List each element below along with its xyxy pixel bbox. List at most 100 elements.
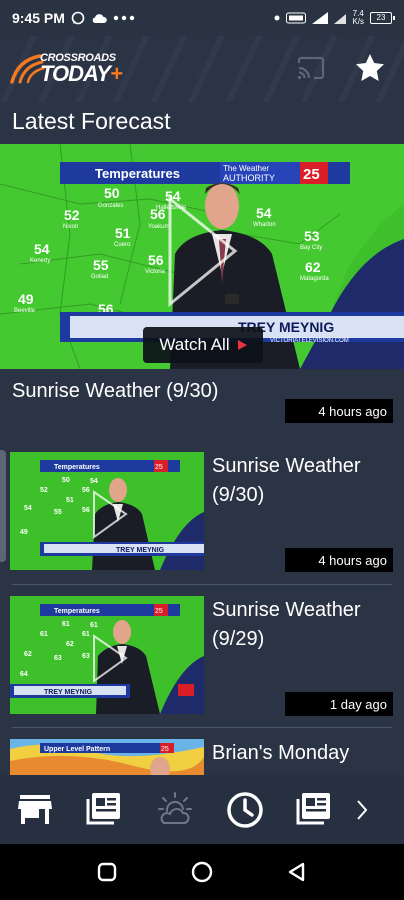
net-speed: 7.4 K/s	[352, 10, 364, 26]
list-item-title: Sunrise Weather (9/30)	[212, 455, 361, 506]
map-value: 54	[256, 205, 272, 221]
map-place: Nixon	[63, 224, 78, 230]
list-item-time: 1 day ago	[285, 692, 393, 716]
svg-text:54: 54	[90, 478, 98, 485]
app-header: CROSSROADS TODAY+	[0, 36, 404, 102]
svg-text:63: 63	[82, 653, 90, 660]
svg-text:62: 62	[24, 651, 32, 658]
play-arrow-icon	[237, 340, 247, 350]
station-website: VICTORIATELEVISION.COM	[270, 338, 349, 344]
whatsapp-icon	[71, 11, 85, 25]
thumb-banner: Temperatures	[54, 464, 100, 471]
map-value: 49	[18, 291, 34, 307]
thumb-channel: 25	[161, 746, 169, 753]
android-nav-bar	[0, 844, 404, 900]
map-place: Beeville	[14, 308, 36, 314]
app-screen: CROSSROADS TODAY+ Latest Forecast Temper…	[0, 36, 404, 844]
logo-word: TODAY	[40, 61, 111, 86]
nav-item-weather[interactable]	[140, 775, 210, 844]
video-banner-text: Temperatures	[95, 166, 180, 181]
map-place: Cuero	[114, 242, 131, 248]
app-logo[interactable]: CROSSROADS TODAY+	[10, 50, 150, 87]
map-value: 55	[93, 257, 109, 273]
map-place: Bay City	[300, 245, 322, 251]
logo-plus: +	[109, 61, 123, 86]
svg-text:61: 61	[82, 631, 90, 638]
divider	[12, 584, 392, 585]
thumb-presenter: TREY MEYNIG	[116, 547, 165, 554]
battery-icon: 23	[370, 12, 395, 24]
logo-bottom-text: TODAY+	[40, 61, 123, 87]
svg-text:56: 56	[82, 487, 90, 494]
recents-icon[interactable]	[96, 861, 118, 883]
net-speed-unit: K/s	[352, 17, 364, 26]
nav-item-store[interactable]	[0, 775, 70, 844]
weather-icon	[158, 791, 192, 824]
video-thumbnail: Temperatures 25 61 61 61 61 62 62 63 63 64 TREY…	[10, 596, 204, 714]
store-icon	[18, 794, 52, 824]
map-value: 56	[148, 252, 164, 268]
hero-title[interactable]: Sunrise Weather (9/30)	[12, 380, 218, 403]
map-place: Kenedy	[30, 258, 50, 264]
volte-icon	[286, 12, 307, 24]
map-place: Goliad	[91, 274, 108, 280]
status-bar: 9:45 PM 7.4 K/s 23	[0, 0, 404, 36]
svg-text:50: 50	[62, 477, 70, 484]
hero-video[interactable]: Temperatures The Weather AUTHORITY 25 50…	[0, 144, 404, 369]
svg-text:64: 64	[20, 671, 28, 678]
news-icon	[296, 792, 330, 824]
svg-text:61: 61	[62, 621, 70, 628]
map-value: 52	[64, 207, 80, 223]
watch-all-button[interactable]: Watch All	[143, 327, 263, 363]
list-item[interactable]: Temperatures 25 61 61 61 61 62 62 63 63 64 TREY…	[0, 596, 404, 726]
map-value: 53	[304, 228, 320, 244]
svg-text:51: 51	[66, 497, 74, 504]
back-icon[interactable]	[286, 861, 308, 883]
nav-more-button[interactable]	[350, 775, 374, 844]
hero-time-badge: 4 hours ago	[285, 399, 393, 423]
svg-text:61: 61	[90, 622, 98, 629]
map-place: Wharton	[253, 222, 276, 228]
more-dots-icon	[113, 15, 135, 21]
nav-item-recent[interactable]	[210, 775, 280, 844]
map-value: 51	[115, 225, 131, 241]
svg-text:55: 55	[54, 509, 62, 516]
thumb-banner: Upper Level Pattern	[44, 746, 110, 753]
list-item-title: Brian's Monday	[212, 742, 350, 764]
notification-dot-icon	[274, 15, 280, 21]
signal-icon	[334, 14, 347, 24]
map-place: Victoria	[145, 269, 166, 275]
nav-item-news[interactable]	[70, 775, 140, 844]
svg-text:54: 54	[24, 505, 32, 512]
thumb-channel: 25	[155, 608, 163, 615]
star-icon[interactable]	[354, 52, 386, 84]
news-icon	[86, 792, 120, 824]
svg-text:63: 63	[54, 655, 62, 662]
list-item-time: 4 hours ago	[285, 548, 393, 572]
map-place: Matagorda	[300, 276, 329, 282]
divider	[12, 727, 392, 728]
signal-icon	[312, 12, 329, 24]
video-thumbnail: Temperatures 25 50 54 52 56 51 54 55 56 49 TREY…	[10, 452, 204, 570]
thumb-presenter: TREY MEYNIG	[44, 689, 93, 696]
map-value: 54	[34, 241, 50, 257]
thumb-channel: 25	[155, 464, 163, 471]
video-channel: 25	[303, 166, 320, 183]
nav-item-news-2[interactable]	[280, 775, 350, 844]
home-icon[interactable]	[190, 860, 214, 884]
bottom-nav	[0, 775, 404, 844]
thumbnail-image: Temperatures 25 61 6161 61 626263 6364 TREY…	[10, 596, 204, 714]
list-item[interactable]: Temperatures 25 50 54 52 56 51 54 55 56 49 TREY…	[0, 452, 404, 582]
svg-text:49: 49	[20, 529, 28, 536]
video-brand-top: The Weather	[223, 164, 269, 173]
svg-text:61: 61	[40, 631, 48, 638]
cast-icon[interactable]	[296, 56, 326, 80]
svg-text:56: 56	[82, 507, 90, 514]
map-place: Yoakum	[148, 224, 169, 230]
section-title: Latest Forecast	[12, 108, 171, 134]
video-brand-bottom: AUTHORITY	[223, 173, 275, 183]
list-item-title: Sunrise Weather (9/29)	[212, 599, 361, 650]
thumb-banner: Temperatures	[54, 608, 100, 615]
clock-icon	[227, 791, 263, 828]
cloud-icon	[92, 14, 107, 23]
